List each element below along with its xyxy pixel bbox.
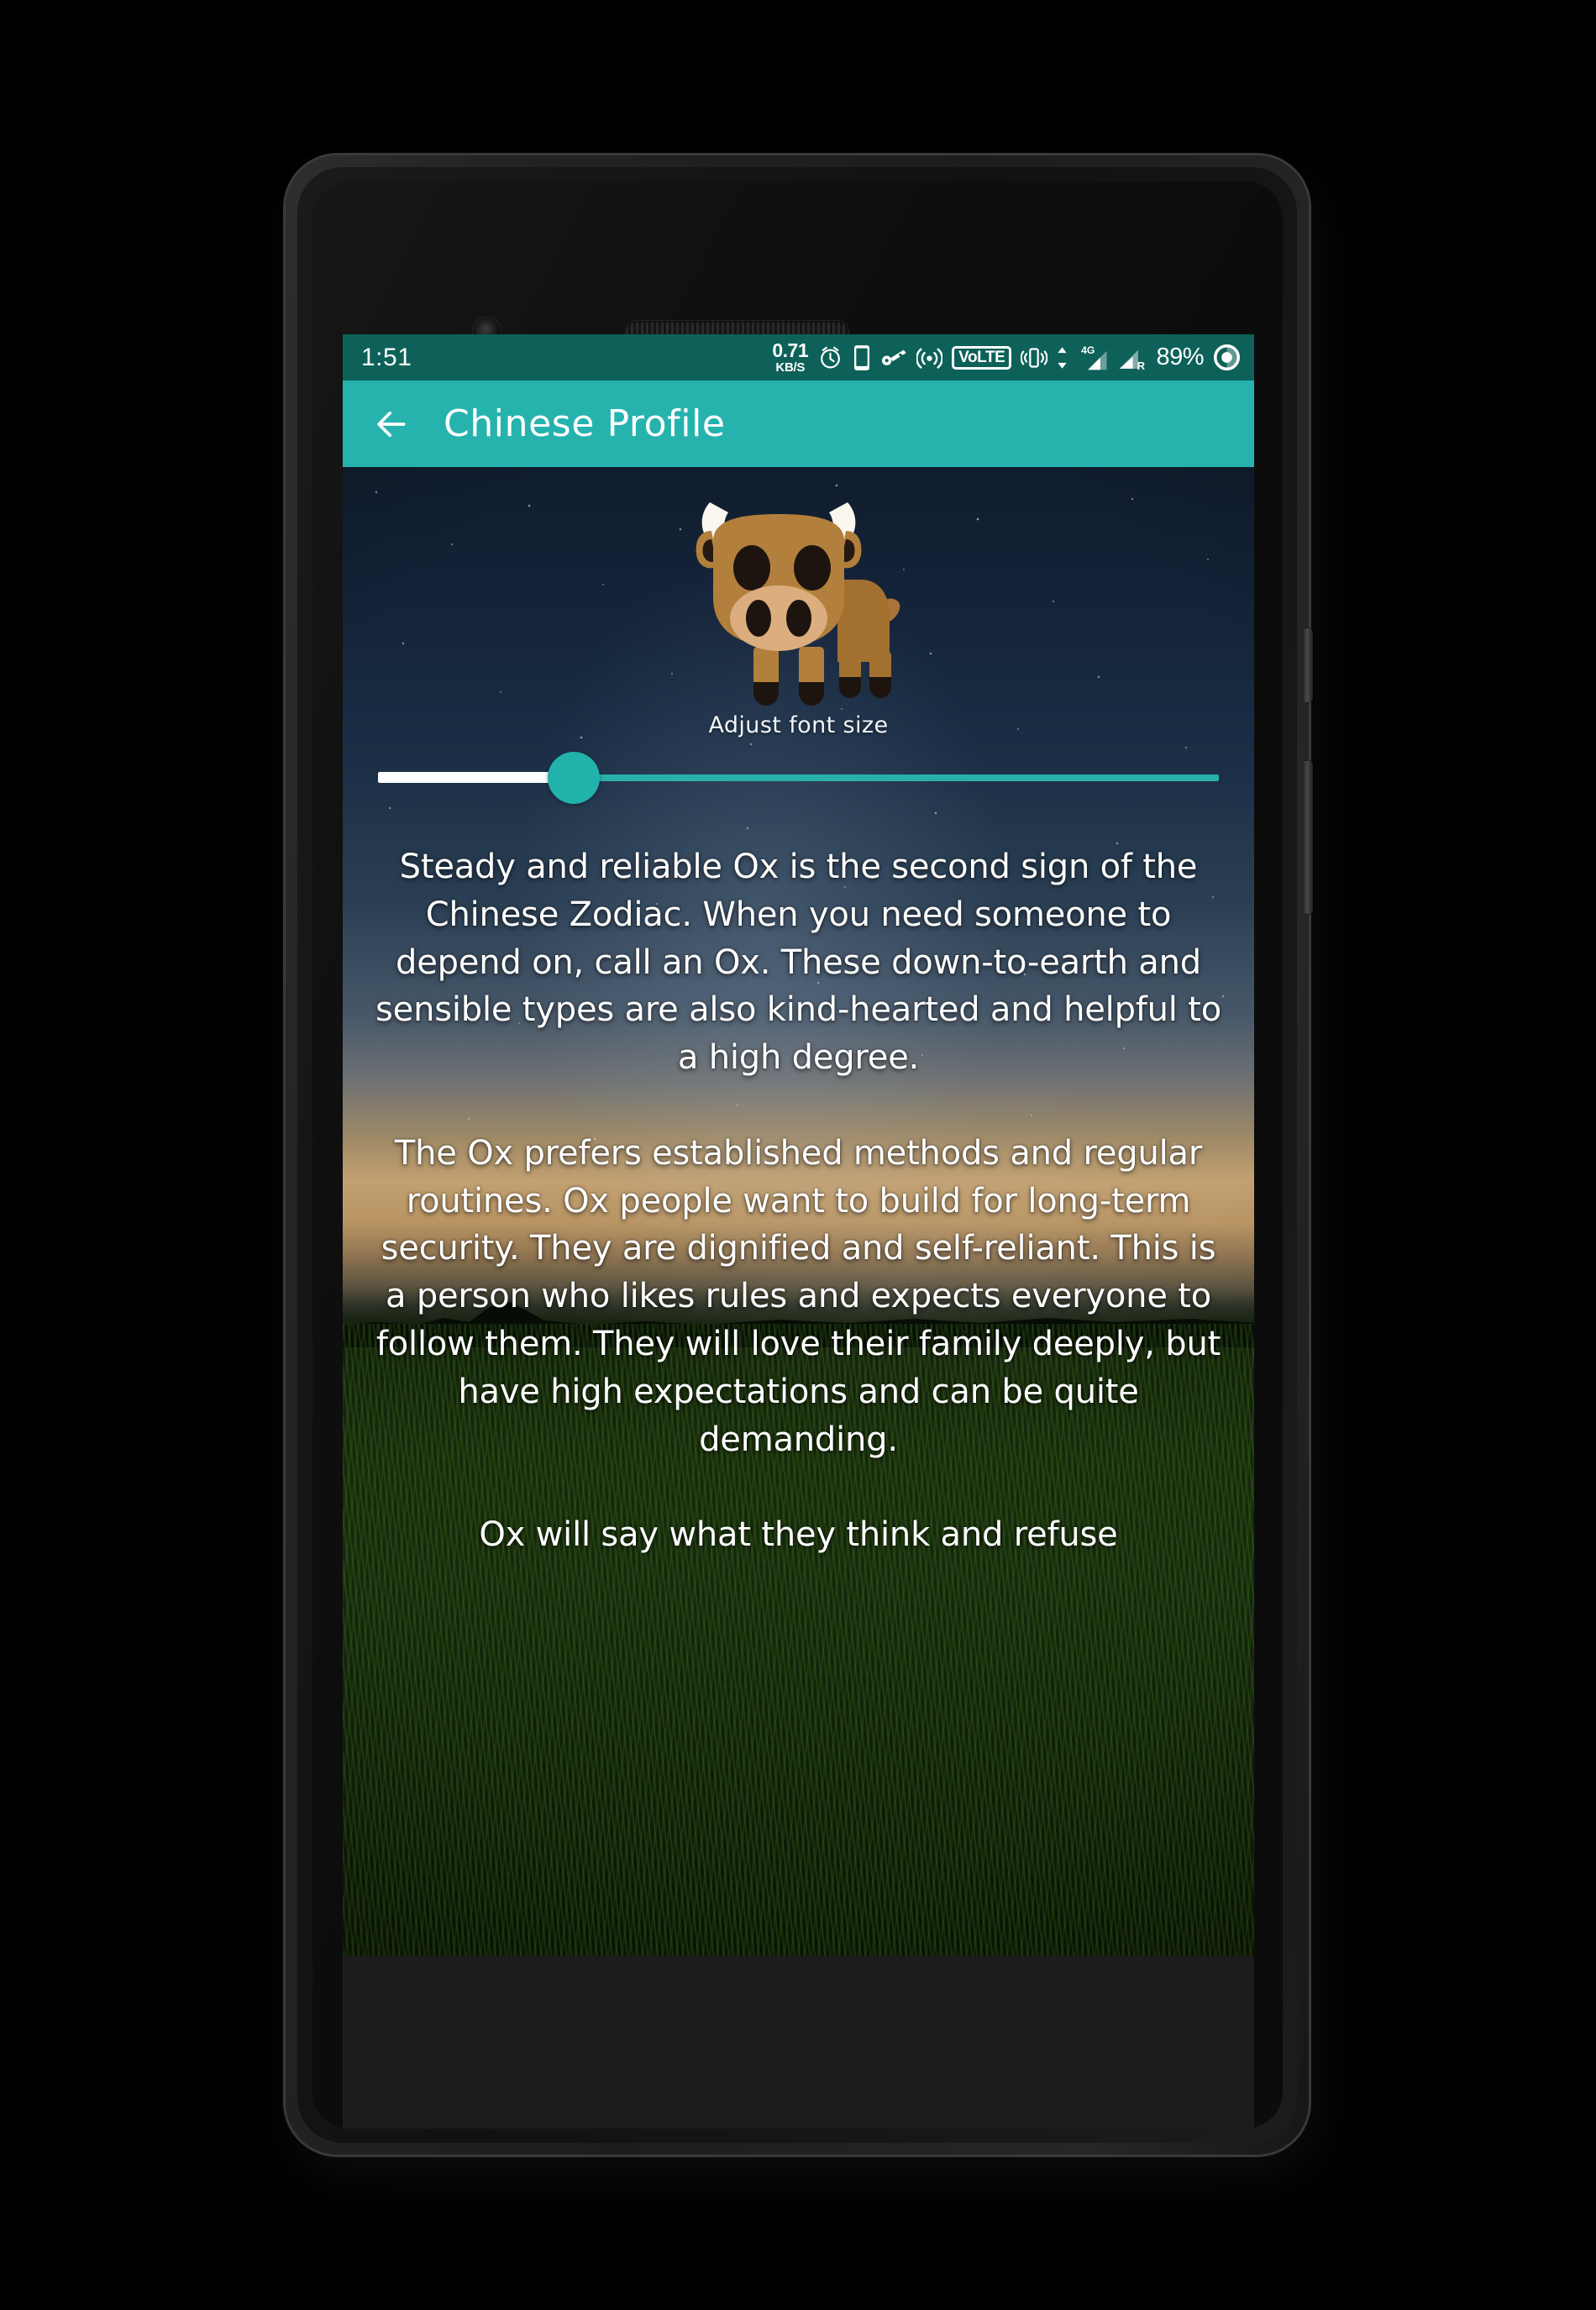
profile-description: Steady and reliable Ox is the second sig… (366, 843, 1231, 1559)
font-size-slider[interactable] (378, 746, 1219, 808)
data-transfer-arrows-icon (1058, 346, 1068, 369)
signal-4g-icon: 4G (1082, 344, 1107, 370)
slider-track-filled[interactable] (378, 772, 576, 783)
hotspot-icon (916, 348, 943, 369)
page-title: Chinese Profile (444, 402, 726, 445)
svg-text:4G: 4G (1082, 344, 1095, 356)
slider-thumb[interactable] (548, 752, 601, 804)
paragraph-2: The Ox prefers established methods and r… (375, 1133, 1221, 1459)
screen-below-content-area (343, 1956, 1254, 2129)
paragraph-1: Steady and reliable Ox is the second sig… (375, 848, 1221, 1078)
slider-label: Adjust font size (708, 712, 889, 738)
zodiac-emoji-container (343, 479, 1254, 714)
ox-emoji (696, 502, 900, 706)
volte-icon: VoLTE (952, 345, 1012, 370)
svg-text:R: R (1137, 360, 1146, 371)
phone-screen: 1:51 0.71 KB/S VoLTE 4G R 89% Chinese Pr… (343, 334, 1254, 1956)
back-arrow-icon[interactable] (373, 406, 410, 443)
network-speed-indicator: 0.71 KB/S (772, 339, 809, 375)
paragraph-3: Ox will say what they think and refuse (479, 1515, 1118, 1555)
screenshot-root: 1:51 0.71 KB/S VoLTE 4G R 89% Chinese Pr… (0, 0, 1596, 2310)
battery-icon (1213, 344, 1241, 371)
slider-track-remaining[interactable] (575, 774, 1219, 781)
status-bar: 1:51 0.71 KB/S VoLTE 4G R 89% (343, 334, 1254, 381)
status-icons-group: 0.71 KB/S VoLTE 4G R 89% (772, 341, 1241, 374)
phone-device-icon (854, 344, 870, 370)
battery-percent-label: 89% (1156, 344, 1204, 370)
vpn-key-icon (882, 349, 906, 365)
network-speed-value: 0.71 (772, 339, 809, 361)
app-bar: Chinese Profile (343, 381, 1254, 467)
network-speed-unit: KB/S (775, 360, 806, 375)
volume-rocker[interactable] (1304, 761, 1313, 914)
signal-roaming-icon: R (1120, 349, 1146, 371)
status-time: 1:51 (361, 343, 412, 371)
power-button[interactable] (1304, 628, 1313, 702)
vibrate-icon (1021, 347, 1048, 368)
content-area: Adjust font size Steady and reliable Ox … (343, 467, 1254, 1956)
alarm-clock-icon (821, 346, 841, 369)
